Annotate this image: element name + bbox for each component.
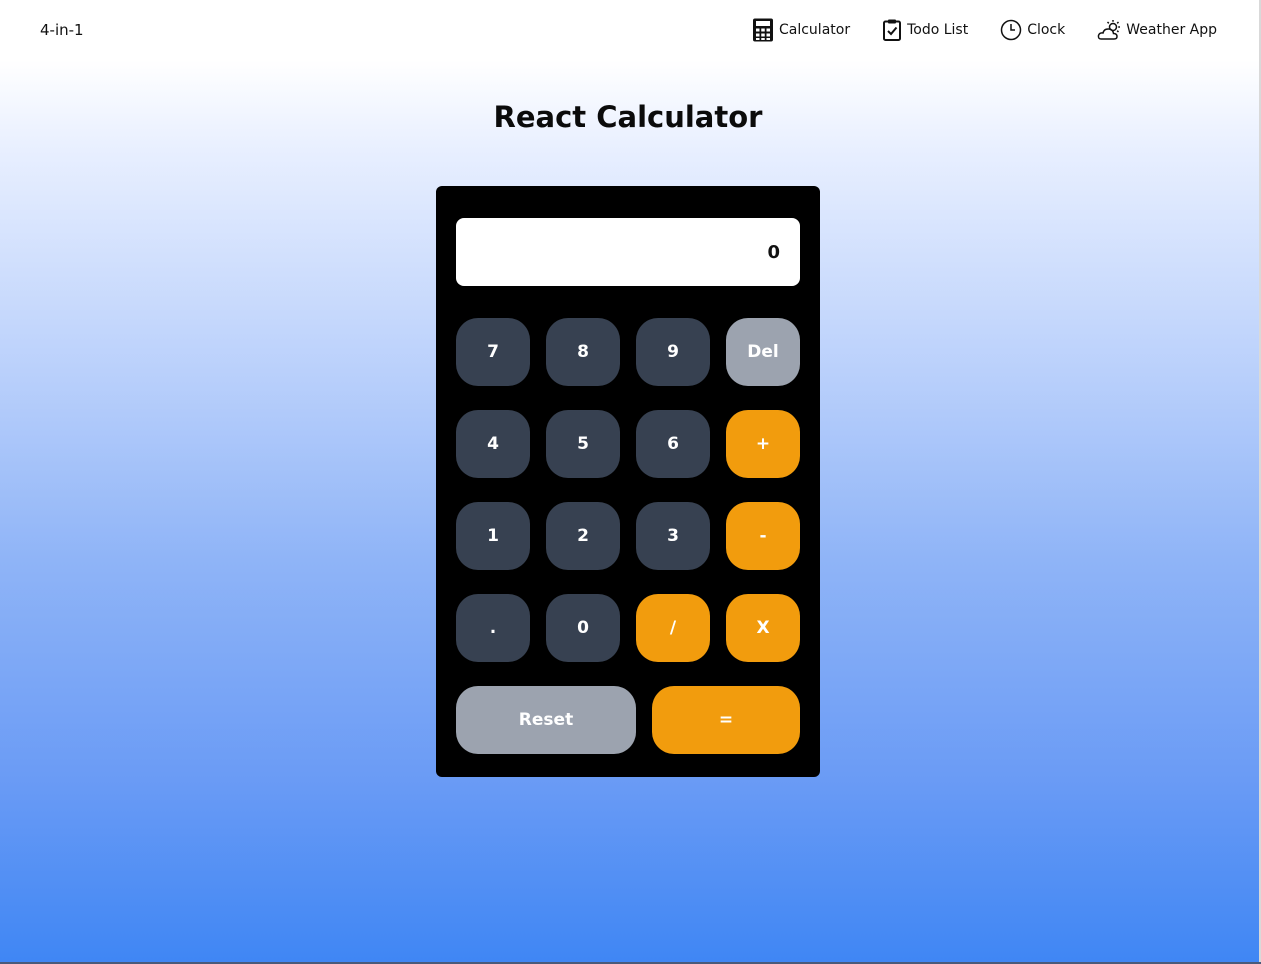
add-button[interactable]: + xyxy=(726,410,800,478)
page-title: React Calculator xyxy=(493,100,763,134)
clipboard-check-icon xyxy=(882,19,902,41)
nav-link-label: Clock xyxy=(1027,22,1066,38)
reset-button[interactable]: Reset xyxy=(456,686,636,754)
calculator-display: 0 xyxy=(456,218,800,286)
calculator: 0 7 8 9 Del 4 5 6 + 1 2 3 - . 0 / X Rese… xyxy=(436,186,820,777)
multiply-button[interactable]: X xyxy=(726,594,800,662)
navbar: 4-in-1 Calculator Todo List Clock Weathe… xyxy=(0,0,1261,60)
clock-icon xyxy=(1000,19,1022,41)
key-3[interactable]: 3 xyxy=(636,502,710,570)
nav-link-label: Todo List xyxy=(907,22,969,38)
brand-logo[interactable]: 4-in-1 xyxy=(40,21,84,39)
delete-button[interactable]: Del xyxy=(726,318,800,386)
subtract-button[interactable]: - xyxy=(726,502,800,570)
weather-sun-cloud-icon xyxy=(1097,19,1121,41)
key-2[interactable]: 2 xyxy=(546,502,620,570)
key-9[interactable]: 9 xyxy=(636,318,710,386)
key-7[interactable]: 7 xyxy=(456,318,530,386)
nav-link-todo-list[interactable]: Todo List xyxy=(882,19,968,41)
key-8[interactable]: 8 xyxy=(546,318,620,386)
nav-link-label: Calculator xyxy=(778,22,851,38)
nav-link-clock[interactable]: Clock xyxy=(1000,19,1065,41)
nav-links: Calculator Todo List Clock Weather App xyxy=(752,18,1217,42)
key-0[interactable]: 0 xyxy=(546,594,620,662)
key-5[interactable]: 5 xyxy=(546,410,620,478)
divide-button[interactable]: / xyxy=(636,594,710,662)
nav-link-label: Weather App xyxy=(1126,22,1217,38)
key-6[interactable]: 6 xyxy=(636,410,710,478)
nav-link-calculator[interactable]: Calculator xyxy=(752,18,850,42)
decimal-button[interactable]: . xyxy=(456,594,530,662)
calculator-icon xyxy=(752,18,774,42)
nav-link-weather-app[interactable]: Weather App xyxy=(1097,19,1217,41)
equals-button[interactable]: = xyxy=(652,686,800,754)
key-4[interactable]: 4 xyxy=(456,410,530,478)
key-1[interactable]: 1 xyxy=(456,502,530,570)
